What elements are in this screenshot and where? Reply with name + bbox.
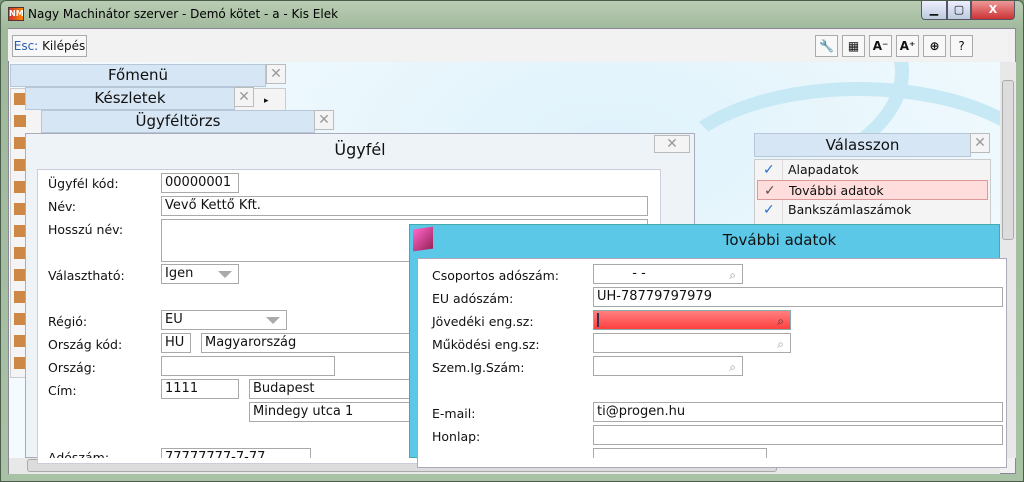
close-icon[interactable]: ✕ [314,110,334,130]
list-item-label: Alapadatok [788,162,859,177]
close-icon[interactable]: ✕ [970,133,990,153]
panel-ugyfeltorzs-header[interactable]: Ügyféltörzs [41,110,315,133]
hosszu-nev-label: Hosszú név: [48,222,124,237]
font-decrease-icon[interactable]: A⁻ [869,35,892,57]
cim-label: Cím: [48,383,77,398]
font-increase-icon[interactable]: A⁺ [896,35,919,57]
regio-value: EU [165,312,183,327]
eu-adoszam-input[interactable]: UH-78779797979 [593,287,1003,307]
list-item-label: Bankszámlaszámok [788,202,912,217]
close-window-button[interactable]: X [971,1,1015,20]
csoportos-adoszam-input[interactable]: - - ⌕ [593,264,743,284]
list-item-alapadatok[interactable]: ✓ Alapadatok [755,160,990,180]
orszag-kod-input[interactable]: HU [161,333,191,353]
adoszam-label: Adószám: [48,450,110,458]
valaszthato-label: Választható: [48,268,125,283]
exit-button[interactable]: Esc: Kilépés [12,35,87,57]
cube-icon [413,226,433,252]
exit-label: Kilépés [42,39,86,53]
grid-icon[interactable]: ▦ [842,35,865,57]
minimize-button[interactable]: ▁ [921,1,947,20]
szem-ig-input[interactable]: ⌕ [593,356,743,376]
panel-fomenu-header[interactable]: Főmenü [10,64,266,87]
chevron-right-icon[interactable]: ▸ [264,96,269,106]
mukodesi-label: Működési eng.sz: [432,337,540,352]
maximize-button[interactable]: ▢ [947,1,971,20]
regio-select[interactable]: EU [161,310,287,330]
valaszthato-select[interactable]: Igen [161,264,239,284]
list-item-bankszamlaszamok[interactable]: ✓ Bankszámlaszámok [755,200,990,220]
orszag-label: Ország: [48,360,96,375]
check-icon: ✓ [764,183,776,199]
check-icon: ✓ [763,202,775,218]
help-icon[interactable]: ? [950,35,973,57]
valasszon-header: Válasszon [754,133,971,157]
email-input[interactable]: ti@progen.hu [593,402,1003,422]
search-icon[interactable]: ⌕ [729,358,736,375]
search-icon[interactable]: ⌕ [777,335,784,352]
honlap-input[interactable] [593,425,1003,445]
iranyitoszam-input[interactable]: 1111 [161,379,239,399]
varos-input[interactable]: Budapest [249,379,411,399]
valasszon-list: ✓ Alapadatok ✓ További adatok ✓ Bankszámlas… [754,159,991,225]
jovedeki-input[interactable]: ⌕ [593,310,791,330]
chevron-down-icon [218,271,232,278]
regio-label: Régió: [48,314,88,329]
wrench-icon[interactable]: 🔧 [815,35,838,57]
vertical-scrollbar-thumb[interactable] [1002,80,1014,240]
nev-input[interactable]: Vevő Kettő Kft. [161,196,648,216]
szem-ig-label: Szem.Ig.Szám: [432,360,525,375]
text-cursor [597,312,599,327]
jovedeki-label: Jövedéki eng.sz: [432,314,534,329]
mukodesi-input[interactable]: ⌕ [593,333,791,353]
list-item-label: További adatok [789,183,884,198]
close-icon[interactable]: ✕ [234,87,254,107]
nev-label: Név: [48,199,76,214]
search-icon[interactable]: ⌕ [777,312,784,329]
next-field-input[interactable] [593,448,767,458]
honlap-label: Honlap: [432,429,481,444]
esc-key-hint: Esc: [13,39,39,53]
app-logo-icon: NM [8,7,24,21]
valaszthato-value: Igen [165,266,194,281]
tovabbi-adatok-title: További adatok [722,231,837,249]
chevron-down-icon [266,317,280,324]
ugyfel-title: Ügyfél [334,140,386,159]
adoszam-row: Adószám: 77777777-7-77 [40,446,340,458]
close-icon[interactable]: ✕ [654,135,690,153]
utca-input[interactable]: Mindegy utca 1 [249,402,411,422]
orszag-nev-input[interactable]: Magyarország [201,333,411,353]
window-title: Nagy Machinátor szerver - Demó kötet - a… [28,7,339,21]
email-label: E-mail: [432,406,476,421]
orszag-kod-label: Ország kód: [48,337,123,352]
check-icon: ✓ [763,162,775,178]
eu-adoszam-label: EU adószám: [432,291,514,306]
ugyfel-kod-label: Ügyfél kód: [48,176,119,191]
panel-keszletek-header[interactable]: Készletek [25,87,235,110]
search-icon[interactable]: ⌕ [729,266,736,283]
orszag-input[interactable] [161,356,335,376]
close-icon[interactable]: ✕ [266,64,286,84]
csoportos-adoszam-value: - - [624,266,646,281]
adoszam-input[interactable]: 77777777-7-77 [161,448,311,458]
ugyfel-kod-input[interactable]: 00000001 [161,173,239,193]
lifebuoy-icon[interactable]: ⊕ [923,35,946,57]
csoportos-adoszam-label: Csoportos adószám: [432,268,560,283]
list-item-tovabbi-adatok[interactable]: ✓ További adatok [757,180,988,200]
